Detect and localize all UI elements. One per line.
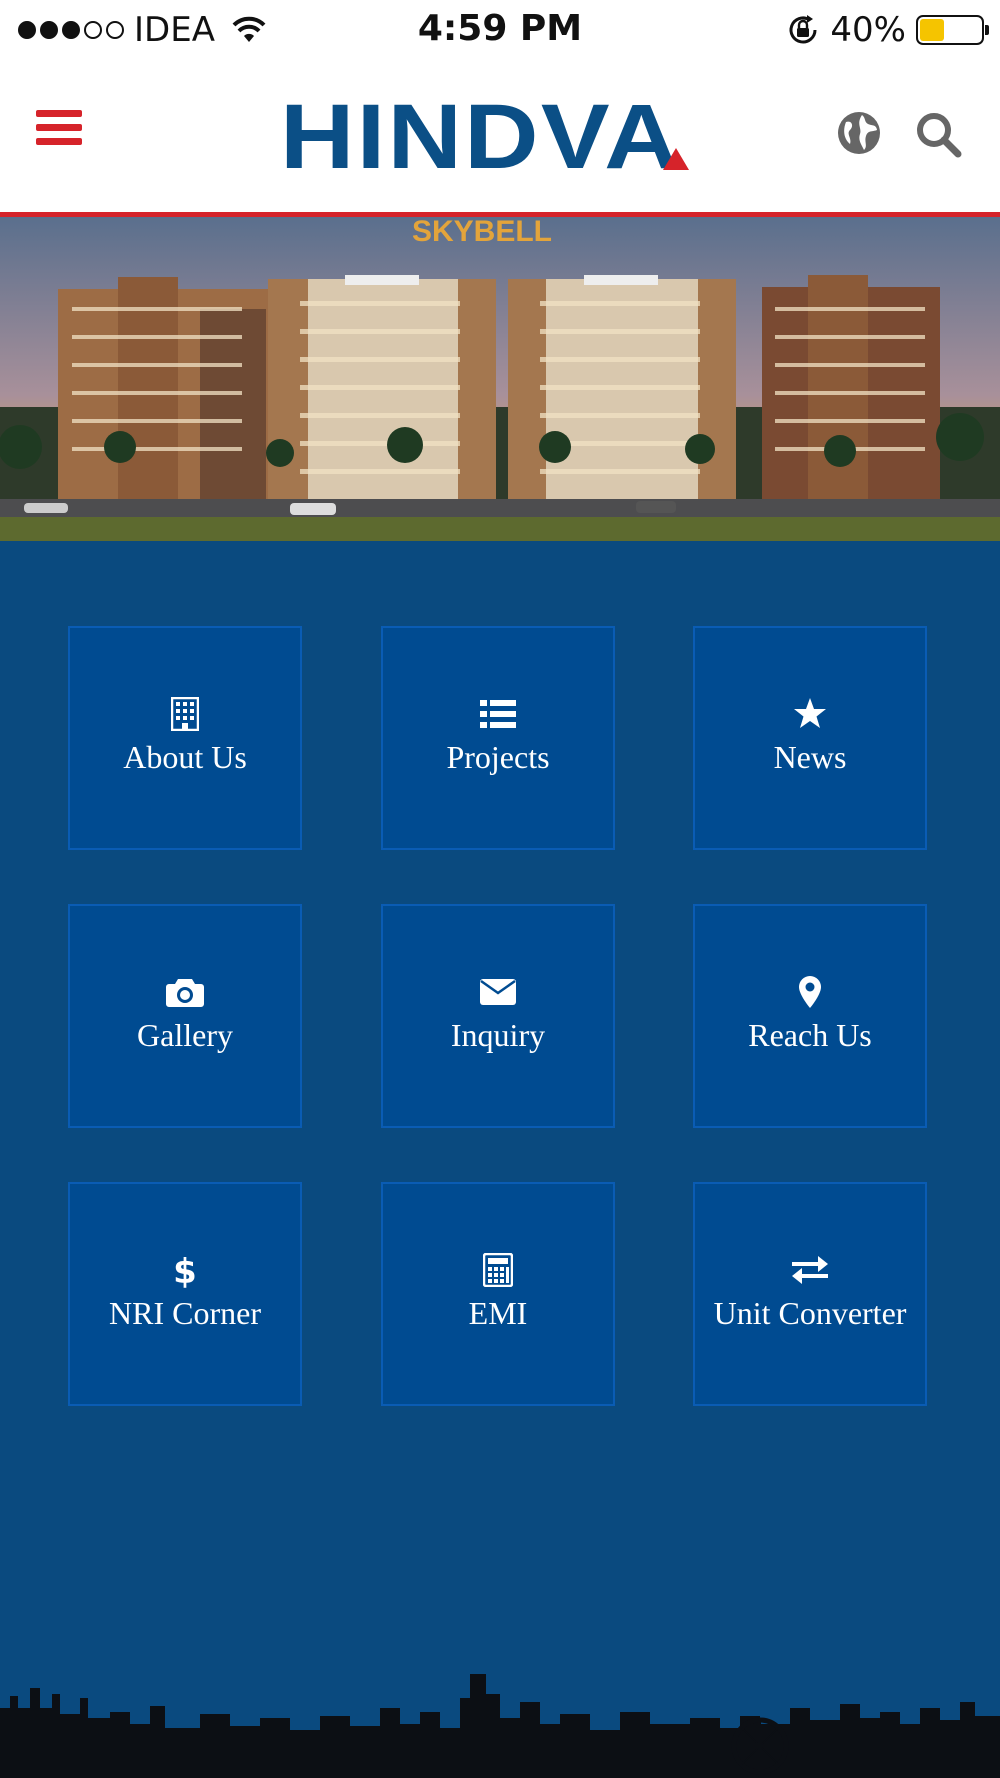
tile-label: Inquiry [450,1016,546,1053]
map-marker-icon [799,973,821,1011]
tile-reach-us[interactable]: Reach Us [693,904,927,1128]
tile-about-us[interactable]: About Us [68,626,302,850]
tile-label: Reach Us [748,1016,872,1053]
logo-triangle-icon [663,148,689,170]
building-icon [171,695,199,733]
hindva-logo: HINDVA [280,86,720,188]
tile-label: Gallery [137,1016,233,1053]
tile-inquiry[interactable]: Inquiry [381,904,615,1128]
tile-unit-converter[interactable]: Unit Converter [693,1182,927,1406]
calculator-icon [483,1251,513,1289]
tile-label: News [773,738,847,775]
tile-gallery[interactable]: Gallery [68,904,302,1128]
envelope-icon [480,973,516,1011]
tile-label: NRI Corner [109,1294,261,1331]
status-bar: IDEA 4:59 PM 40% [0,0,1000,66]
building-illustration: SKYBELL [0,217,1000,541]
list-icon [480,695,516,733]
exchange-icon [792,1251,828,1289]
rotation-lock-icon [789,15,817,44]
search-icon[interactable] [914,110,962,158]
tile-label: Unit Converter [713,1294,907,1331]
tile-news[interactable]: News [693,626,927,850]
tile-projects[interactable]: Projects [381,626,615,850]
hero-banner-image: SKYBELL [0,217,1000,541]
tile-label: Projects [446,738,550,775]
tile-emi[interactable]: EMI [381,1182,615,1406]
svg-text:$: $ [174,1252,196,1288]
dollar-icon: $ [174,1251,196,1289]
tile-label: EMI [468,1294,528,1331]
hero-sign-text: SKYBELL [412,217,552,248]
app-header: HINDVA [0,66,1000,217]
logo-text: HINDVA [280,86,681,188]
star-icon [793,695,827,733]
camera-icon [166,973,204,1011]
tile-label: About Us [123,738,247,775]
tile-nri-corner[interactable]: $ NRI Corner [68,1182,302,1406]
status-right: 40% [786,10,989,50]
globe-icon[interactable] [836,110,882,156]
hamburger-menu-icon[interactable] [36,110,82,150]
battery-icon [916,15,989,45]
city-skyline-graphic [0,1674,1000,1778]
battery-percent: 40% [830,10,906,50]
